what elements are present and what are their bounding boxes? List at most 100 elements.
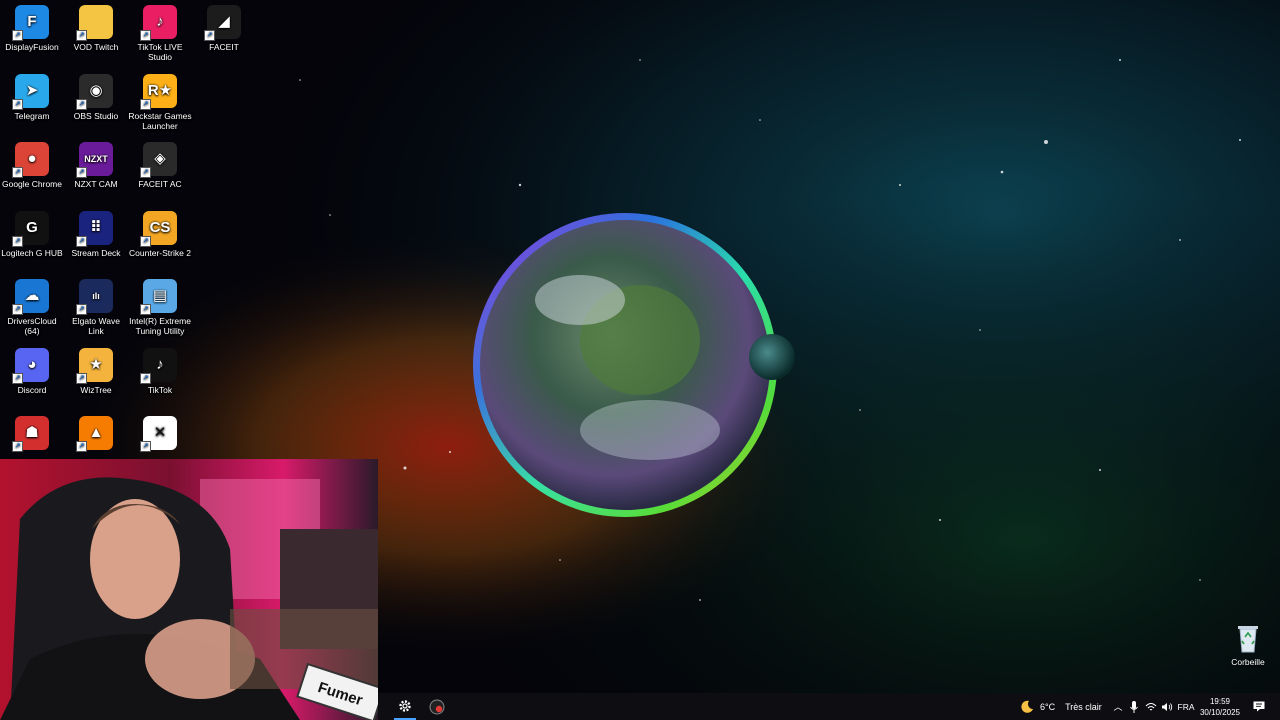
desktop-shortcut[interactable]: ◢ ↗ FACEIT — [192, 5, 256, 52]
desktop-shortcut[interactable]: ▤ ↗ Intel(R) Extreme Tuning Utility — [128, 279, 192, 336]
shortcut-arrow-icon: ↗ — [12, 167, 23, 178]
desktop-shortcut-label: FACEIT — [209, 42, 239, 52]
tray-network[interactable] — [1144, 693, 1158, 720]
desktop-shortcut-label: Counter-Strike 2 — [129, 248, 191, 258]
notification-button[interactable] — [1252, 693, 1266, 720]
desktop-shortcut[interactable]: ▲ ↗ — [64, 416, 128, 453]
weather-temperature: 6°C — [1040, 701, 1056, 712]
discord-icon: ◕ ↗ — [12, 348, 49, 384]
desktop-shortcut-label: Elgato Wave Link — [72, 316, 120, 336]
speaker-icon — [1162, 702, 1173, 711]
taskbar: 6°C Très clair ︿ FRA 19:59 30/10/2025 — [378, 693, 1280, 720]
desktop-shortcut[interactable]: NZXT ↗ NZXT CAM — [64, 142, 128, 189]
chevron-up-icon: ︿ — [1113, 702, 1123, 712]
desktop-shortcut-label: DisplayFusion — [5, 42, 59, 52]
desktop-shortcut-label: Stream Deck — [71, 248, 121, 258]
shortcut-arrow-icon: ↗ — [140, 373, 151, 384]
intel-xtu-icon: ▤ ↗ — [140, 279, 177, 315]
folder-icon: ↗ — [76, 5, 113, 41]
weather-widget[interactable]: 6°C Très clair — [1020, 693, 1102, 720]
microphone-icon — [1130, 700, 1138, 713]
shortcut-arrow-icon: ↗ — [140, 236, 151, 247]
desktop-shortcut[interactable]: G ↗ Logitech G HUB — [0, 211, 64, 258]
moon-weather-icon — [1021, 700, 1033, 713]
tray-volume[interactable] — [1160, 693, 1174, 720]
shortcut-arrow-icon: ↗ — [12, 30, 23, 41]
desktop-shortcut[interactable]: ◕ ↗ Discord — [0, 348, 64, 395]
shortcut-arrow-icon: ↗ — [140, 304, 151, 315]
desktop-shortcut-label: Discord — [17, 385, 47, 395]
logitech-ghub-icon: G ↗ — [12, 211, 49, 247]
desktop-shortcut[interactable]: F ↗ DisplayFusion — [0, 5, 64, 52]
telegram-icon: ➤ ↗ — [12, 74, 49, 110]
input-language[interactable]: FRA — [1178, 693, 1195, 720]
desktop-shortcut-label: Rockstar Games Launcher — [128, 111, 192, 131]
shortcut-arrow-icon: ↗ — [12, 373, 23, 384]
wifi-icon — [1145, 702, 1157, 710]
faceit-ac-icon: ◈ ↗ — [140, 142, 177, 178]
record-app-icon — [429, 699, 445, 714]
counter-strike-icon: CS ↗ — [140, 211, 177, 247]
clock-date: 30/10/2025 — [1199, 707, 1241, 717]
desktop-shortcut[interactable]: R★ ↗ Rockstar Games Launcher — [128, 74, 192, 131]
weather-condition: Très clair — [1065, 701, 1102, 712]
capcut-icon: ✕ ↗ — [140, 416, 177, 452]
taskbar-app-recorder[interactable] — [426, 693, 448, 720]
desktop-shortcut-label: WizTree — [80, 385, 112, 395]
desktop-shortcut[interactable]: ➤ ↗ Telegram — [0, 74, 64, 121]
desktop-shortcut[interactable]: ☁ ↗ DriversCloud (64) — [0, 279, 64, 336]
shortcut-arrow-icon: ↗ — [140, 441, 151, 452]
elgato-wave-link-icon: ıIı ↗ — [76, 279, 113, 315]
clock[interactable]: 19:59 30/10/2025 — [1198, 693, 1242, 720]
desktop-shortcut[interactable]: ◈ ↗ FACEIT AC — [128, 142, 192, 189]
shortcut-arrow-icon: ↗ — [76, 373, 87, 384]
desktop-shortcut-label: Google Chrome — [1, 179, 62, 189]
taskbar-app-settings[interactable] — [394, 693, 416, 720]
desktop-shortcut[interactable]: ♪ ↗ TikTok LIVE Studio — [128, 5, 192, 62]
shortcut-arrow-icon: ↗ — [140, 30, 151, 41]
shortcut-arrow-icon: ↗ — [12, 304, 23, 315]
desktop-shortcut-label: VOD Twitch — [73, 42, 119, 52]
desktop-shortcut[interactable]: ⠿ ↗ Stream Deck — [64, 211, 128, 258]
desktop-shortcut[interactable]: ↗ VOD Twitch — [64, 5, 128, 52]
desktop-shortcut-label: TikTok LIVE Studio — [137, 42, 183, 62]
obs-studio-icon: ◉ ↗ — [76, 74, 113, 110]
desktop-shortcut[interactable]: ✕ ↗ — [128, 416, 192, 453]
faceit-icon: ◢ ↗ — [204, 5, 241, 41]
desktop-shortcut-label: Telegram — [14, 111, 50, 121]
shortcut-arrow-icon: ↗ — [76, 236, 87, 247]
desktop-shortcut[interactable]: ☗ ↗ — [0, 416, 64, 453]
tray-overflow-button[interactable]: ︿ — [1112, 693, 1124, 720]
wiztree-icon: ★ ↗ — [76, 348, 113, 384]
vlc-icon: ▲ ↗ — [76, 416, 113, 452]
shortcut-arrow-icon: ↗ — [76, 304, 87, 315]
desktop-shortcut-label: NZXT CAM — [74, 179, 118, 189]
desktop-shortcut[interactable]: ★ ↗ WizTree — [64, 348, 128, 395]
desktop-shortcut-label: FACEIT AC — [138, 179, 182, 189]
driverscloud-icon: ☁ ↗ — [12, 279, 49, 315]
desktop-shortcut[interactable]: ♪ ↗ TikTok — [128, 348, 192, 395]
shortcut-arrow-icon: ↗ — [76, 30, 87, 41]
nzxt-cam-icon: NZXT ↗ — [76, 142, 113, 178]
desktop-shortcut[interactable]: ıIı ↗ Elgato Wave Link — [64, 279, 128, 336]
shortcut-arrow-icon: ↗ — [140, 167, 151, 178]
desktop-shortcut[interactable]: CS ↗ Counter-Strike 2 — [128, 211, 192, 258]
notification-icon — [1253, 701, 1265, 712]
clock-time: 19:59 — [1209, 696, 1231, 706]
settings-gear-icon — [399, 699, 411, 712]
desktop-shortcut-label: Intel(R) Extreme Tuning Utility — [129, 316, 191, 336]
recycle-bin-label: Corbeille — [1231, 657, 1265, 667]
displayfusion-icon: F ↗ — [12, 5, 49, 41]
desktop-shortcut[interactable]: ◉ ↗ OBS Studio — [64, 74, 128, 121]
shortcut-arrow-icon: ↗ — [76, 167, 87, 178]
recycle-bin[interactable]: Corbeille — [1216, 622, 1280, 667]
shortcut-arrow-icon: ↗ — [12, 441, 23, 452]
tiktok-live-studio-icon: ♪ ↗ — [140, 5, 177, 41]
tiktok-icon: ♪ ↗ — [140, 348, 177, 384]
desktop-shortcut[interactable]: ● ↗ Google Chrome — [0, 142, 64, 189]
tray-microphone[interactable] — [1128, 693, 1140, 720]
desktop-shortcut-label: OBS Studio — [73, 111, 119, 121]
shortcut-arrow-icon: ↗ — [204, 30, 215, 41]
shortcut-arrow-icon: ↗ — [12, 99, 23, 110]
chrome-icon: ● ↗ — [12, 142, 49, 178]
